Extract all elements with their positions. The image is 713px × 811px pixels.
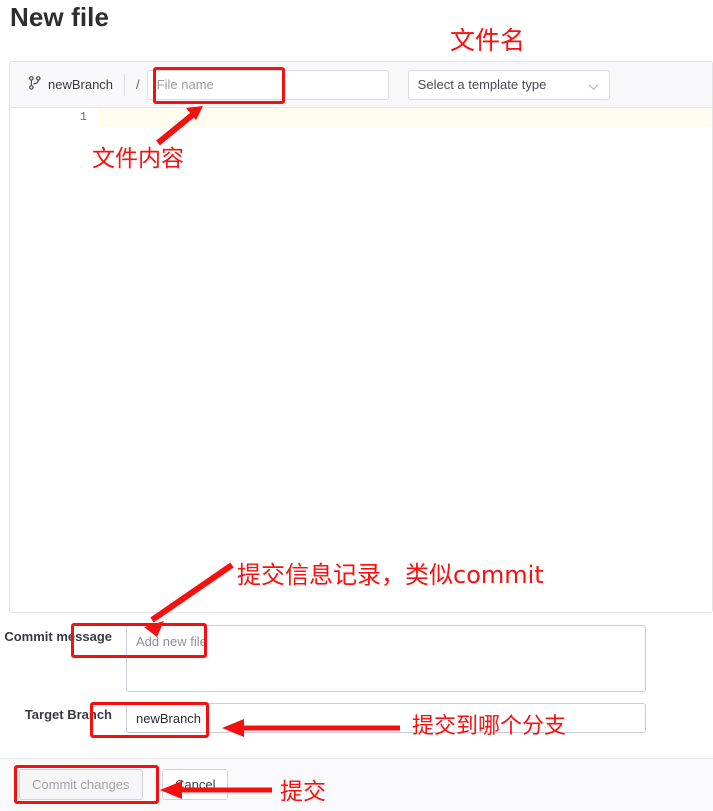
target-branch-input[interactable] — [126, 703, 646, 733]
template-type-value: Select a template type — [417, 77, 547, 92]
path-separator: / — [136, 77, 140, 92]
code-line-row: 1 — [10, 108, 712, 127]
page-title: New file — [10, 2, 110, 32]
code-line-content[interactable] — [98, 108, 712, 127]
git-branch-icon — [29, 76, 41, 93]
annotation-file-name: 文件名 — [450, 26, 526, 55]
editor-header-bar: newBranch / Select a template type — [10, 62, 712, 108]
cancel-button[interactable]: Cancel — [162, 769, 229, 800]
commit-message-input[interactable] — [126, 625, 646, 692]
chevron-down-icon — [588, 79, 599, 90]
template-type-select[interactable]: Select a template type — [407, 69, 610, 100]
commit-message-row: Commit message — [0, 625, 646, 692]
code-editor-body[interactable]: 1 — [10, 108, 712, 612]
commit-changes-button[interactable]: Commit changes — [19, 769, 143, 800]
header-divider — [124, 73, 126, 96]
target-branch-row: Target Branch — [0, 703, 646, 733]
file-editor-card: newBranch / Select a template type 1 — [9, 61, 713, 613]
line-number: 1 — [10, 108, 98, 127]
branch-name: newBranch — [48, 77, 114, 92]
branch-indicator[interactable]: newBranch — [22, 76, 113, 93]
new-file-page: New file newBranch / File name Select a … — [0, 0, 713, 811]
commit-message-label: Commit message — [4, 629, 112, 644]
file-name-input[interactable] — [146, 69, 389, 100]
target-branch-label: Target Branch — [24, 707, 112, 722]
